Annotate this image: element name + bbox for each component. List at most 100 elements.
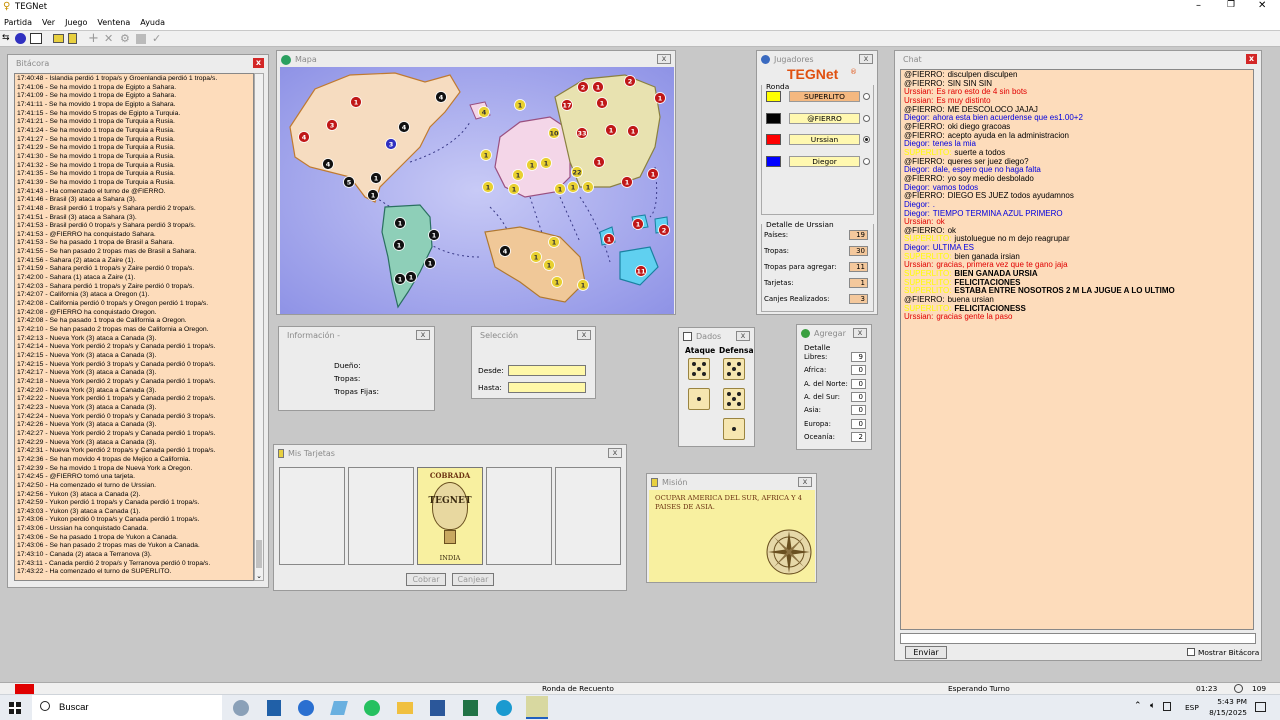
end-turn-icon[interactable]: ✓ — [152, 32, 161, 45]
list-icon[interactable] — [30, 33, 42, 44]
close-icon[interactable]: x — [1246, 54, 1257, 64]
ataque-label: Ataque — [685, 346, 716, 355]
tropas-fijas-label: Tropas Fijas: — [334, 387, 379, 396]
edge-icon[interactable] — [496, 700, 512, 716]
app-icon-4[interactable] — [330, 701, 348, 715]
card-slot-1[interactable] — [279, 467, 345, 565]
app-icon-2[interactable] — [267, 700, 281, 716]
army-token-count: 1 — [512, 186, 517, 194]
tray-chevron-icon[interactable]: ⌃ — [1134, 701, 1142, 711]
world-map[interactable]: 134413445111111141111 111173310221 112 1121… — [280, 67, 674, 314]
clock-time[interactable]: 5:43 PM — [1207, 697, 1247, 706]
log-line: 17:43:10 - Canada (2) ataca a Terranova … — [17, 551, 152, 559]
take-card-icon[interactable] — [136, 34, 146, 44]
army-token-count: 1 — [397, 242, 402, 250]
mostrar-bitacora-checkbox[interactable] — [1187, 648, 1195, 656]
globe-icon[interactable] — [15, 33, 26, 44]
player-radio[interactable] — [863, 136, 870, 143]
attack-icon[interactable]: ✕ — [104, 32, 113, 45]
agregar-title: Agregar — [814, 329, 846, 338]
network-icon[interactable] — [1163, 702, 1171, 711]
restore-button[interactable]: ❐ — [1227, 0, 1239, 10]
log-line: 17:43:22 - Ha comenzado el turno de SUPE… — [17, 568, 172, 576]
army-token-count: 3 — [330, 122, 335, 130]
connect-icon[interactable]: ⇆ — [2, 33, 13, 44]
jugadores-icon — [761, 55, 770, 64]
close-icon[interactable]: x — [577, 330, 591, 340]
add-troops-icon[interactable]: + — [88, 31, 99, 46]
folder-icon[interactable] — [397, 702, 413, 714]
log-line: 17:41:30 - Se ha movido 1 tropa de Turqu… — [17, 152, 175, 160]
cards-icon[interactable] — [53, 34, 64, 43]
excel-icon[interactable] — [463, 700, 478, 716]
agregar-value: 0 — [851, 405, 866, 416]
chat-input[interactable] — [900, 633, 1256, 644]
log-line: 17:42:18 - Nueva York perdió 2 tropa/s y… — [17, 377, 216, 385]
player-radio[interactable] — [863, 114, 870, 122]
log-line: 17:41:55 - Se han pasado 2 tropas mas de… — [17, 248, 197, 256]
volume-icon[interactable]: 🔈︎ — [1150, 701, 1155, 711]
chat-text: DIEGO ES JUEZ todos ayudamnos — [947, 191, 1074, 201]
close-window-button[interactable]: ✕ — [1258, 0, 1270, 11]
agregar-label: Asia: — [804, 406, 822, 415]
agregar-value: 0 — [851, 391, 866, 402]
army-token-count: 1 — [625, 179, 630, 187]
chat-nick: SUPERLITO: — [904, 147, 952, 157]
log-line: 17:41:29 - Se ha movido 1 tropa de Turqu… — [17, 144, 175, 152]
regroup-icon[interactable]: ⚙ — [120, 32, 130, 45]
minimize-button[interactable]: – — [1196, 0, 1208, 11]
log-line: 17:41:11 - Se ha movido 1 tropa de Egipt… — [17, 100, 176, 108]
taskbar-search[interactable]: Buscar — [32, 695, 222, 720]
close-icon[interactable]: x — [859, 54, 873, 64]
log-line: 17:41:06 - Se ha movido 1 tropa de Egipt… — [17, 83, 177, 91]
army-token-count: 1 — [636, 221, 641, 229]
card-slot-4[interactable] — [486, 467, 552, 565]
hasta-field[interactable] — [508, 382, 586, 393]
canjear-button[interactable]: Canjear — [452, 573, 494, 586]
tegnet-taskbar-icon[interactable] — [526, 696, 548, 719]
army-token-count: 1 — [371, 192, 376, 200]
detalle-value: 11 — [849, 262, 868, 272]
log-line: 17:42:24 - Nueva York perdió 0 tropa/s y… — [17, 412, 216, 420]
desde-field[interactable] — [508, 365, 586, 376]
log-line: 17:41:32 - Se ha movido 1 tropa de Turqu… — [17, 161, 175, 169]
windows-start-icon[interactable] — [9, 702, 21, 714]
close-icon[interactable]: x — [798, 477, 812, 487]
chat-nick: @FIERRO: — [904, 104, 945, 114]
close-icon[interactable]: x — [657, 54, 671, 64]
app-icon-1[interactable] — [233, 700, 249, 716]
app-icon-3[interactable] — [298, 700, 314, 716]
menu-partida[interactable]: Partida — [4, 18, 32, 27]
close-icon[interactable]: x — [253, 58, 264, 68]
player-radio[interactable] — [863, 93, 870, 100]
close-icon[interactable]: x — [416, 330, 430, 340]
word-icon[interactable] — [430, 700, 445, 716]
enviar-button[interactable]: Enviar — [905, 646, 947, 659]
chat-text: acepto ayuda en la administracion — [947, 130, 1069, 140]
army-token-count: 1 — [651, 171, 656, 179]
cobrar-button[interactable]: Cobrar — [406, 573, 446, 586]
card-slot-5[interactable] — [555, 467, 621, 565]
taskbar: Buscar ⌃ 🔈︎ ESP 5:43 PM 8/15/2025 — [0, 694, 1280, 720]
log-line: 17:42:45 - @FIERRO tomó una tarjeta. — [17, 473, 135, 481]
log-line: 17:41:53 - Se ha pasado 1 tropa de Brasi… — [17, 239, 175, 247]
menu-juego[interactable]: Juego — [65, 18, 87, 27]
attack-die-1 — [688, 358, 710, 380]
close-icon[interactable]: x — [853, 328, 867, 338]
notification-icon[interactable] — [1255, 702, 1266, 712]
card-india[interactable]: COBRADA TEGNET INDIA — [417, 467, 483, 565]
card-icon[interactable] — [68, 33, 77, 44]
close-icon[interactable]: x — [608, 448, 622, 458]
card-slot-2[interactable] — [348, 467, 414, 565]
clock-date[interactable]: 8/15/2025 — [1200, 708, 1247, 717]
menu-ayuda[interactable]: Ayuda — [140, 18, 165, 27]
menu-ventena[interactable]: Ventena — [97, 18, 130, 27]
bitacora-scrollbar[interactable]: ⌄ — [254, 73, 264, 581]
close-icon[interactable]: x — [736, 331, 750, 341]
menu-ver[interactable]: Ver — [42, 18, 55, 27]
army-token-count: 4 — [302, 134, 307, 142]
language-indicator[interactable]: ESP — [1185, 703, 1199, 712]
player-radio[interactable] — [863, 157, 870, 165]
chat-text: . — [932, 199, 936, 209]
whatsapp-icon[interactable] — [364, 700, 380, 716]
